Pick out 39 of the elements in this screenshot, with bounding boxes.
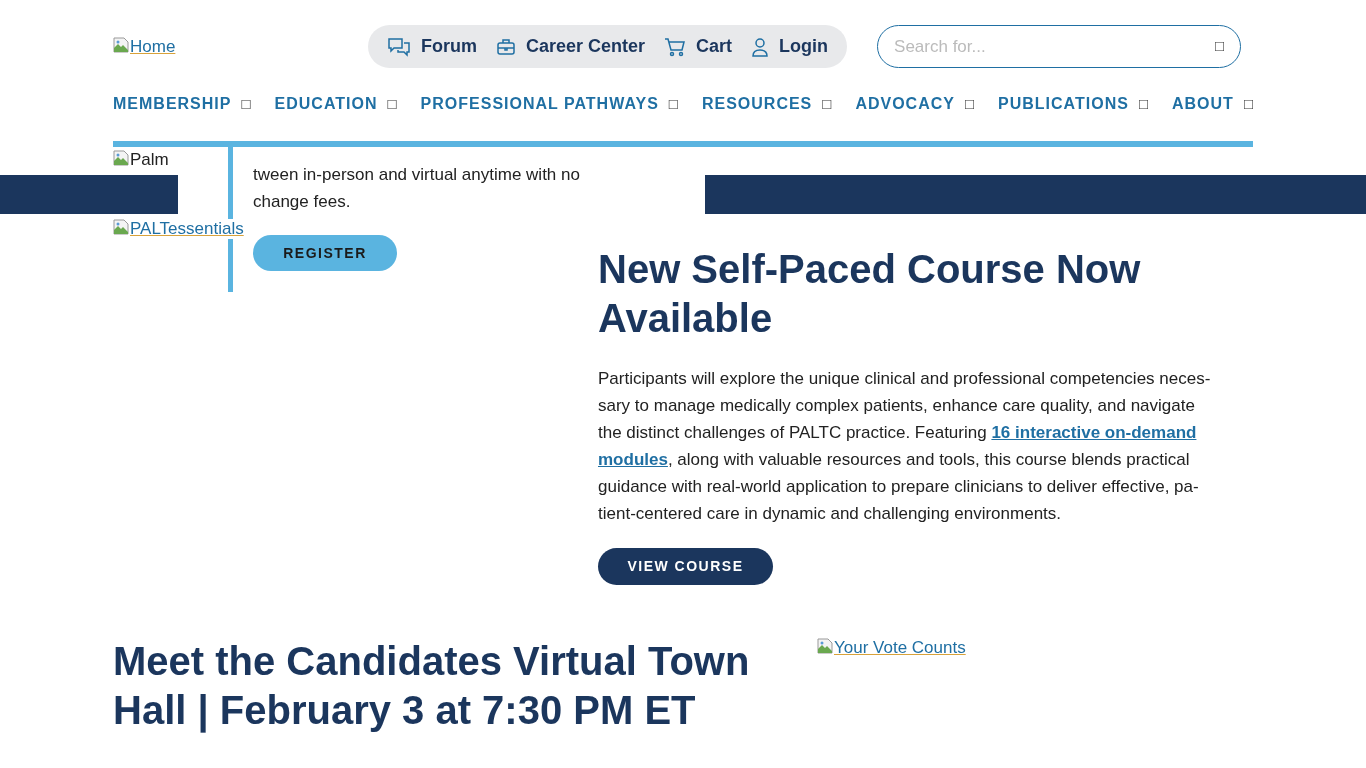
caret-icon: □ <box>1243 92 1253 116</box>
nav-item[interactable]: PUBLICATIONS □ <box>998 92 1148 116</box>
nav-item[interactable]: ADVOCACY □ <box>855 92 974 116</box>
town-hall-title: Meet the Candidates Virtual Town Hall | February 3 at 7:30 PM ET <box>113 638 751 735</box>
caret-icon: □ <box>387 92 397 116</box>
nav-item[interactable]: ABOUT □ <box>1172 92 1253 116</box>
course-description: Participants will explore the unique clinical and professional competencies neces- sary to manage medically complex patients, enhance care quality, and navigate the distinct challenges of PALTC practice. Featuring 16 interactive on-demand modules, along with valuable resources and tools, this course blends practical guidance with real-world application to prepare clinicians to deliver effective, pa- tient-centered care in dynamic and challenging environments. <box>598 368 1212 525</box>
caret-icon: □ <box>1138 92 1148 116</box>
user-icon <box>751 36 770 57</box>
view-course-button[interactable]: VIEW COURSE <box>598 548 773 585</box>
nav-item[interactable]: EDUCATION □ <box>274 92 397 116</box>
caret-icon: □ <box>668 92 678 116</box>
utility-link[interactable]: Login <box>751 33 829 60</box>
course-link[interactable]: 16 interactive on-demand <box>991 423 1197 442</box>
broken-image-icon <box>113 219 129 235</box>
utility-link[interactable]: Forum <box>387 33 477 60</box>
caret-icon: □ <box>822 92 832 116</box>
nav-item[interactable]: RESOURCES □ <box>701 92 832 116</box>
broken-image-alt-text: Palm <box>113 150 169 170</box>
nav-item[interactable]: MEMBERSHIP □ <box>113 92 251 116</box>
broken-image-icon <box>817 638 833 654</box>
chat-bubbles-icon <box>387 36 411 57</box>
search-button[interactable]: □ <box>1215 35 1225 58</box>
broken-image-icon <box>113 36 129 53</box>
broken-image-link[interactable]: PALTessentials <box>113 219 244 239</box>
broken-image-icon <box>113 150 129 166</box>
cart-icon <box>664 36 687 57</box>
broken-image-link[interactable]: Home <box>113 36 368 57</box>
briefcase-icon <box>496 37 516 56</box>
nav-item[interactable]: PROFESSIONAL PATHWAYS □ <box>420 92 678 116</box>
register-button[interactable]: REGISTER <box>253 235 397 271</box>
utility-link[interactable]: Cart <box>664 33 733 60</box>
caret-icon: □ <box>241 92 251 116</box>
panel-text: tween in-person and virtual anytime with no change fees. <box>253 164 581 213</box>
course-link[interactable]: modules <box>598 450 668 469</box>
broken-image-link[interactable]: Your Vote Counts <box>817 638 966 735</box>
caret-icon: □ <box>964 92 974 116</box>
utility-link[interactable]: Career Center <box>496 33 646 60</box>
course-title: New Self-Paced Course Now Available <box>598 246 1142 342</box>
